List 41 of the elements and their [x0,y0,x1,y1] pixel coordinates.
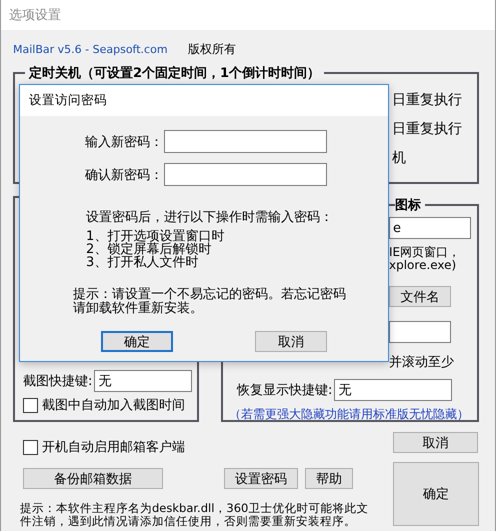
backup-button[interactable]: 备份邮箱数据 [23,468,163,489]
step-text: 1、打开选项设置窗口时 [86,230,226,243]
checkbox-label: 截图中自动加入截图时间 [42,397,185,414]
dialog-title: 设置访问密码 [29,92,107,109]
checkbox[interactable] [23,440,38,454]
upgrade-note: （若需更强大隐藏功能请用标准版无忧隐藏） [229,406,469,422]
hotkey-field[interactable]: 无 [94,370,192,392]
ok-button[interactable]: 确定 [101,331,173,352]
option-label: 日重复执行 [392,121,463,137]
window-title: 选项设置 [9,7,61,24]
cancel-button[interactable]: 取消 [255,331,327,352]
group-title: 图标 [395,197,422,214]
field-label: 截图快捷键: [23,373,92,390]
hint-text: 提示：请设置一个不易忘记的密码。若忘记密码 请卸载软件重新安装。 [73,288,347,316]
copyright-text: 版权所有 [188,40,236,58]
checkbox[interactable] [23,398,38,412]
set-password-button[interactable]: 设置密码 [224,468,298,489]
password-field[interactable] [164,130,327,153]
group-title: 定时关机（可设置2个固定时间，1个倒计时时间） [28,64,322,82]
hint-text: 提示：本软件主程序名为deskbar.dll，360卫士优化时可能将此文 件注销，遇到此情况请添加信任使用，否则需要重新安装程序。 [20,502,370,528]
field-label: 输入新密码： [84,134,164,150]
field-label: 恢复显示快捷键: [237,382,332,399]
intro-text: 设置密码后，进行以下操作时需输入密码： [86,209,334,226]
product-version: MailBar v5.6 - Seapsoft.com [13,42,169,56]
step-text: 3、打开私人文件时 [86,256,200,269]
note-text: xplore.exe) [389,259,458,272]
help-button[interactable]: 帮助 [305,468,353,489]
ok-button[interactable]: 确定 [393,462,479,526]
option-label: 机 [392,150,407,166]
text-field[interactable] [389,321,451,343]
note-text: IE网页窗口， [389,246,460,259]
password-field[interactable] [164,163,327,186]
hotkey-field[interactable]: 无 [334,379,452,401]
option-label: 并滚动至少 [389,354,454,371]
field-label: 确认新密码： [84,166,164,184]
step-text: 2、锁定屏幕后解锁时 [86,243,212,256]
filename-button[interactable]: 文件名 [389,286,451,307]
checkbox-label: 开机自动启用邮箱客户端 [42,439,185,456]
option-label: 日重复执行 [392,92,463,108]
cancel-button[interactable]: 取消 [393,432,478,453]
path-field[interactable]: e [389,217,471,239]
